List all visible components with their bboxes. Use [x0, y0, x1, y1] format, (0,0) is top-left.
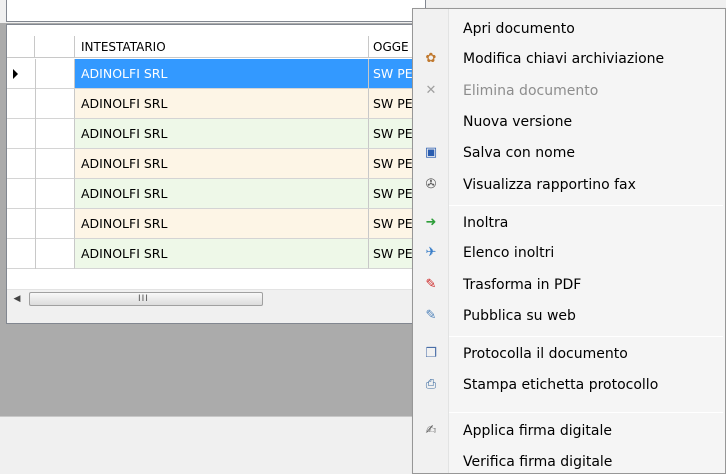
menu-item-elenco-inoltri[interactable]: ✈ Elenco inoltri — [415, 238, 723, 268]
label-printer-icon: ⎙ — [425, 377, 437, 392]
row-header-divider — [35, 179, 36, 209]
menu-item-label: Stampa etichetta protocollo — [463, 377, 659, 393]
menu-item-label: Verifica firma digitale — [463, 454, 613, 470]
row-header[interactable] — [7, 179, 75, 209]
table-row[interactable]: ADINOLFI SRL SW PE — [7, 119, 425, 149]
menu-item-label: Salva con nome — [463, 145, 575, 161]
header-corner — [7, 36, 35, 58]
cell-intestatario[interactable]: ADINOLFI SRL — [75, 89, 369, 119]
cell-intestatario[interactable]: ADINOLFI SRL — [75, 209, 369, 239]
menu-item-stampa-etichetta-protocollo[interactable]: ⎙ Stampa etichetta protocollo — [415, 370, 723, 400]
palette-icon: ✿ — [425, 51, 437, 66]
column-header-intestatario[interactable]: INTESTATARIO — [75, 36, 369, 58]
grid-header: INTESTATARIO OGGE — [7, 36, 425, 58]
row-header[interactable] — [7, 149, 75, 179]
row-header-divider — [35, 149, 36, 179]
row-header-divider — [35, 239, 36, 269]
scrollbar-grip: III — [138, 294, 149, 304]
table-row[interactable]: ADINOLFI SRL SW PE — [7, 239, 425, 269]
row-header-divider — [35, 209, 36, 239]
horizontal-scrollbar[interactable]: ◀ III — [7, 289, 425, 307]
grid-footer — [7, 307, 425, 323]
header-blank — [35, 36, 75, 58]
cell-intestatario[interactable]: ADINOLFI SRL — [75, 119, 369, 149]
menu-item-label: Protocolla il documento — [463, 346, 628, 362]
row-header[interactable] — [7, 209, 75, 239]
menu-item-apri-documento[interactable]: Apri documento — [415, 14, 723, 44]
menu-item-elimina-documento: ✕ Elimina documento — [415, 76, 723, 106]
menu-item-nuova-versione[interactable]: Nuova versione — [415, 107, 723, 137]
menu-item-label: Visualizza rapportino fax — [463, 177, 636, 193]
floppy-disk-icon: ▣ — [424, 145, 438, 160]
menu-separator — [449, 336, 723, 337]
current-row-arrow-icon — [13, 69, 18, 79]
scroll-left-icon[interactable]: ◀ — [9, 292, 25, 306]
menu-item-trasforma-in-pdf[interactable]: ✎ Trasforma in PDF — [415, 270, 723, 300]
menu-item-protocolla-il-documento[interactable]: ❐ Protocolla il documento — [415, 339, 723, 369]
menu-separator — [449, 412, 723, 413]
menu-item-label: Applica firma digitale — [463, 423, 612, 439]
row-header-divider — [35, 119, 36, 149]
table-row[interactable]: ADINOLFI SRL SW PE — [7, 179, 425, 209]
fax-icon: ✇ — [425, 177, 437, 192]
pdf-icon: ✎ — [425, 277, 437, 292]
menu-item-label: Nuova versione — [463, 114, 573, 130]
documents-grid: INTESTATARIO OGGE ADINOLFI SRL SW PE ADINO… — [6, 24, 426, 324]
row-header[interactable] — [7, 89, 75, 119]
menu-item-label: Elenco inoltri — [463, 245, 555, 261]
menu-item-modifica-chiavi-archiviazione[interactable]: ✿ Modifica chiavi archiviazione — [415, 44, 723, 74]
menu-item-salva-con-nome[interactable]: ▣ Salva con nome — [415, 138, 723, 168]
lower-panel — [6, 326, 426, 416]
menu-item-label: Inoltra — [463, 215, 509, 231]
forward-list-icon: ✈ — [425, 245, 437, 260]
digital-signature-icon: ✍ — [425, 423, 437, 438]
cell-intestatario[interactable]: ADINOLFI SRL — [75, 149, 369, 179]
row-header[interactable] — [7, 119, 75, 149]
menu-item-label: Modifica chiavi archiviazione — [463, 51, 665, 67]
table-row[interactable]: ADINOLFI SRL SW PE — [7, 149, 425, 179]
menu-item-verifica-firma-digitale[interactable]: Verifica firma digitale — [415, 447, 723, 474]
menu-item-label: Trasforma in PDF — [463, 277, 582, 293]
row-header-divider — [35, 59, 36, 89]
table-row[interactable]: ADINOLFI SRL SW PE — [7, 59, 425, 89]
scrollbar-thumb[interactable]: III — [29, 292, 263, 306]
top-panel — [6, 0, 426, 22]
menu-item-label: Pubblica su web — [463, 308, 576, 324]
cell-intestatario[interactable]: ADINOLFI SRL — [75, 59, 369, 89]
web-publish-icon: ✎ — [425, 308, 437, 323]
cell-intestatario[interactable]: ADINOLFI SRL — [75, 239, 369, 269]
protocol-icon: ❐ — [425, 346, 437, 361]
context-menu: Apri documento ✿ Modifica chiavi archiviaz… — [412, 8, 726, 474]
menu-item-applica-firma-digitale[interactable]: ✍ Applica firma digitale — [415, 416, 723, 446]
menu-item-inoltra[interactable]: ➜ Inoltra — [415, 208, 723, 238]
grid-body: INTESTATARIO OGGE ADINOLFI SRL SW PE ADINO… — [7, 25, 425, 289]
menu-item-label: Elimina documento — [463, 83, 599, 99]
row-header[interactable] — [7, 59, 75, 89]
row-header[interactable] — [7, 239, 75, 269]
menu-item-label: Apri documento — [463, 21, 575, 37]
forward-icon: ➜ — [425, 215, 437, 230]
delete-icon: ✕ — [425, 83, 437, 98]
table-row[interactable]: ADINOLFI SRL SW PE — [7, 209, 425, 239]
menu-separator — [449, 205, 723, 206]
table-row[interactable]: ADINOLFI SRL SW PE — [7, 89, 425, 119]
cell-intestatario[interactable]: ADINOLFI SRL — [75, 179, 369, 209]
menu-item-pubblica-su-web[interactable]: ✎ Pubblica su web — [415, 301, 723, 331]
menu-item-visualizza-rapportino-fax[interactable]: ✇ Visualizza rapportino fax — [415, 170, 723, 200]
row-header-divider — [35, 89, 36, 119]
